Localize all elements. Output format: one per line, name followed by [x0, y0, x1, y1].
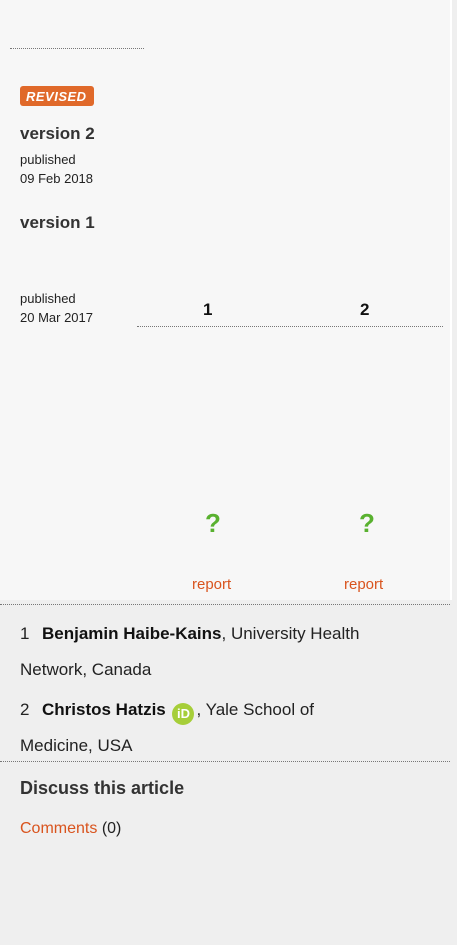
version-1-label[interactable]: version 1: [20, 213, 95, 233]
reviewer-name: Benjamin Haibe-Kains: [42, 624, 222, 643]
reviewer-column-1: 1: [203, 300, 213, 319]
comments-line: Comments (0): [20, 820, 121, 838]
reviewer-entry-1: 1 Benjamin Haibe-Kains, University Health…: [20, 616, 359, 688]
comments-count: (0): [101, 820, 122, 837]
version-2-label[interactable]: version 2: [20, 124, 95, 144]
reviewer-affiliation: , Yale School of: [196, 700, 314, 719]
question-mark-icon[interactable]: ?: [359, 508, 375, 539]
reviewer-entry-2: 2 Christos Hatzis iD, Yale School of Medi…: [20, 692, 314, 764]
question-mark-icon[interactable]: ?: [205, 508, 221, 539]
comments-link[interactable]: Comments: [20, 820, 97, 837]
report-link-2[interactable]: report: [344, 576, 383, 593]
reviewer-affiliation-cont: Medicine, USA: [20, 736, 133, 755]
divider: [0, 761, 450, 762]
report-link-1[interactable]: report: [192, 576, 231, 593]
reviewer-number: 1: [20, 624, 30, 643]
reviewer-column-2: 2: [360, 300, 370, 319]
reviewer-name: Christos Hatzis: [42, 700, 166, 719]
version-2-published-label: published: [20, 152, 76, 167]
divider: [0, 604, 450, 605]
version-1-date: 20 Mar 2017: [20, 310, 93, 325]
discuss-heading: Discuss this article: [20, 778, 185, 798]
orcid-icon[interactable]: iD: [172, 703, 195, 725]
version-2-date: 09 Feb 2018: [20, 171, 94, 186]
reviewer-number: 2: [20, 700, 30, 719]
divider: [10, 48, 144, 49]
version-1-published-label: published: [20, 291, 76, 306]
reviewer-header-divider: [137, 326, 443, 327]
reviewer-affiliation: , University Health: [221, 624, 360, 643]
revised-badge: REVISED: [20, 86, 94, 106]
reviewer-affiliation-cont: Network, Canada: [20, 660, 152, 679]
panel-border: [450, 0, 452, 600]
